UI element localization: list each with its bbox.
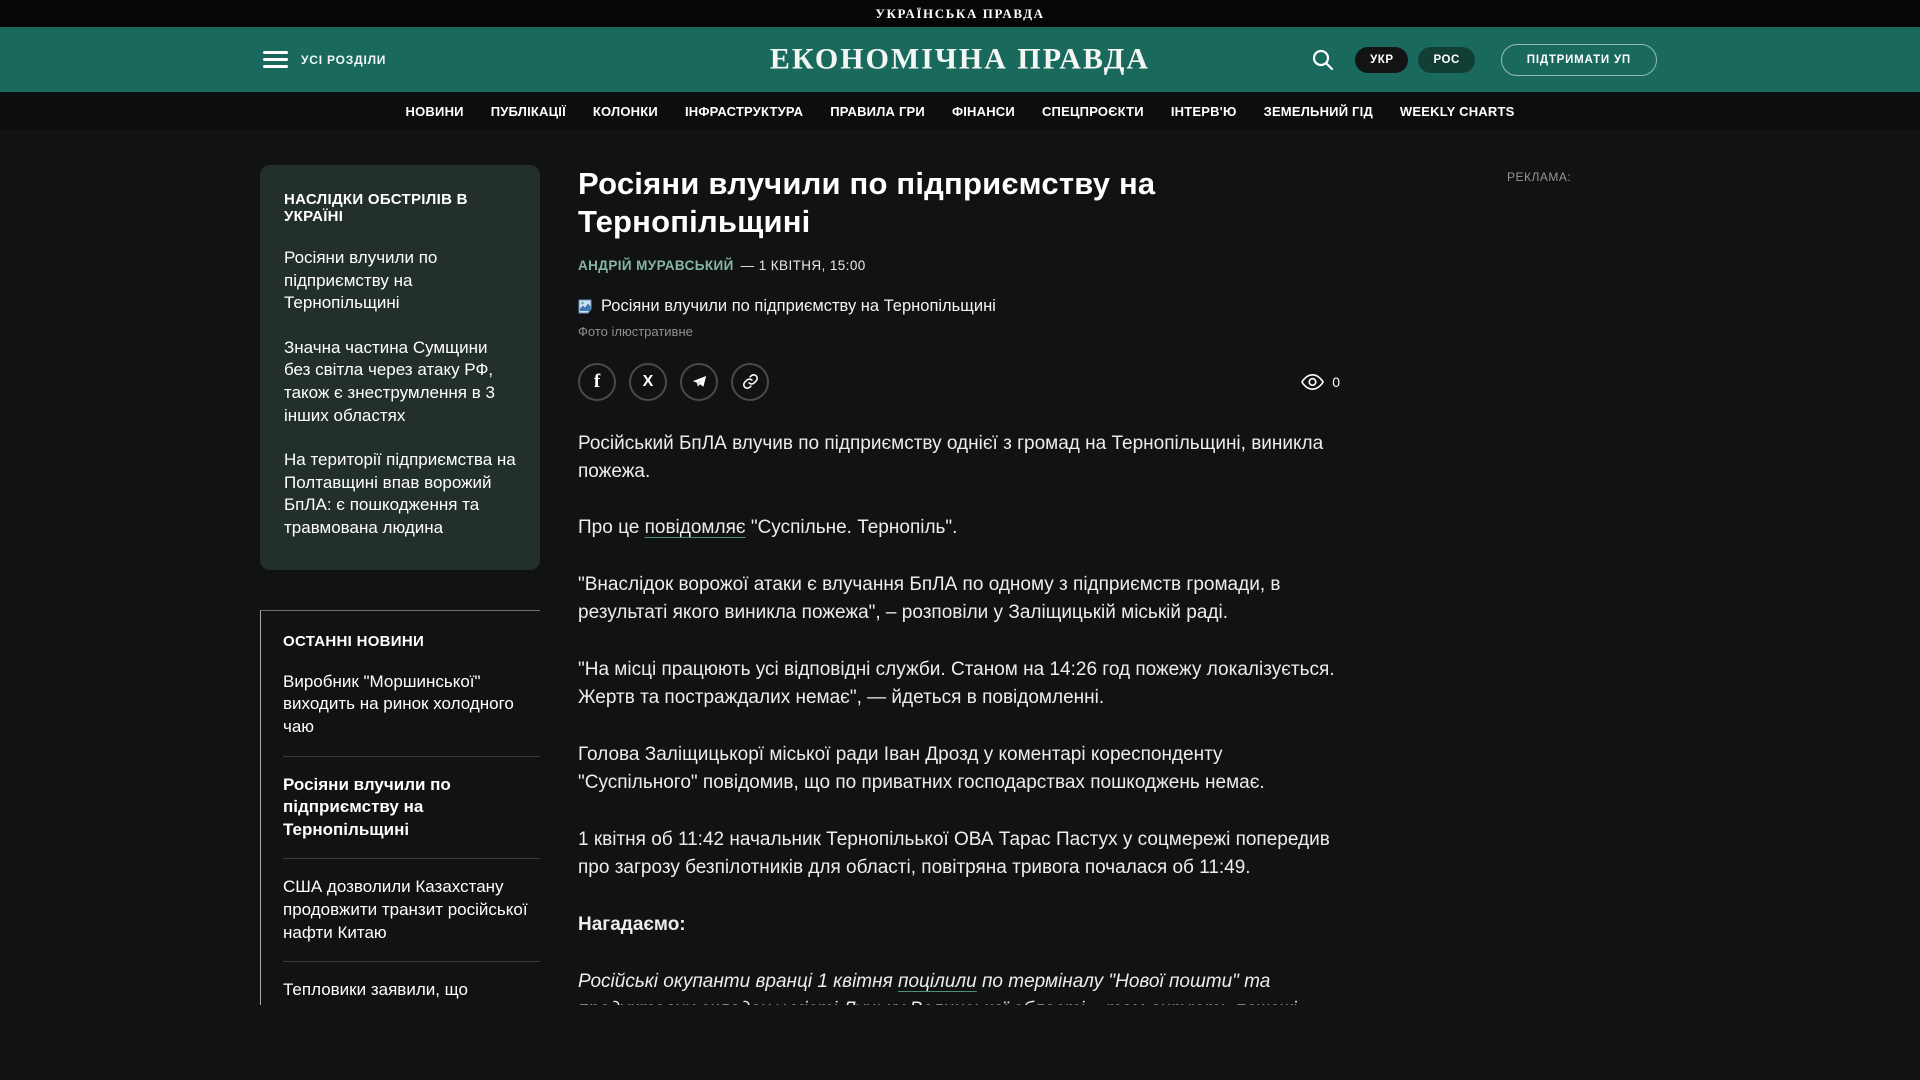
nav-item-weekly-charts[interactable]: WEEKLY CHARTS: [1400, 104, 1515, 119]
publish-date: — 1 КВІТНЯ, 15:00: [740, 257, 866, 273]
topic-block-title: НАСЛІДКИ ОБСТРІЛІВ В УКРАЇНІ: [284, 191, 468, 225]
paragraph: "Внаслідок ворожої атаки є влучання БпЛА…: [578, 574, 1281, 624]
nav-item-interviu[interactable]: ІНТЕРВ'Ю: [1171, 104, 1237, 119]
nav-item-spetsproekty[interactable]: СПЕЦПРОЄКТИ: [1042, 104, 1144, 119]
image-caption: Фото ілюстративне: [578, 323, 693, 339]
latest-news-item[interactable]: Тепловики заявили, що вимушені зупинити …: [283, 962, 540, 1005]
topic-item[interactable]: На території підприємства на Полтавщині …: [284, 449, 516, 539]
eye-icon: [1301, 373, 1325, 390]
lang-toggle-ros[interactable]: РОС: [1418, 46, 1475, 73]
paragraph: Російський БпЛА влучив по підприємству о…: [578, 432, 1324, 482]
nav-item-infrastruktura[interactable]: ІНФРАСТРУКТУРА: [685, 104, 803, 119]
source-link[interactable]: повідомляє: [645, 517, 746, 538]
paragraph: "На місці працюють усі відповідні служби…: [578, 659, 1335, 709]
author-link[interactable]: АНДРІЙ МУРАВСЬКИЙ: [578, 258, 734, 273]
latest-news-item[interactable]: Виробник "Моршинської" виходить на ринок…: [283, 654, 540, 757]
paragraph-italic: Російські окупанти вранці 1 квітня поціл…: [578, 970, 1302, 1005]
nav-item-novyny[interactable]: НОВИНИ: [406, 104, 464, 119]
related-link[interactable]: поцілили: [898, 971, 977, 992]
ad-column: РЕКЛАМА:: [1507, 165, 1571, 186]
ad-label: РЕКЛАМА:: [1507, 170, 1572, 184]
latest-news-item-current[interactable]: Росіяни влучили по підприємству на Терно…: [283, 757, 540, 860]
article-byline: АНДРІЙ МУРАВСЬКИЙ — 1 КВІТНЯ, 15:00: [578, 258, 1340, 273]
left-sidebar: НАСЛІДКИ ОБСТРІЛІВ В УКРАЇНІ Росіяни влу…: [260, 165, 540, 1005]
topic-item[interactable]: Значна частина Сумщини без світла через …: [284, 337, 516, 427]
nav-item-zemelnyi-hid[interactable]: ЗЕМЕЛЬНИЙ ГІД: [1264, 104, 1373, 119]
all-sections-label: УСІ РОЗДІЛИ: [301, 52, 387, 67]
nav-item-finansy[interactable]: ФІНАНСИ: [952, 104, 1015, 119]
ekonomichna-pravda-logo[interactable]: ЕКОНОМІЧНА ПРАВДА: [770, 42, 1150, 76]
article-body: Російський БпЛА влучив по підприємству о…: [578, 430, 1340, 1005]
topic-block-shelling-consequences: НАСЛІДКИ ОБСТРІЛІВ В УКРАЇНІ Росіяни влу…: [260, 165, 540, 570]
views-count: 0: [1332, 373, 1340, 390]
share-toolbar: f X 0: [578, 362, 1340, 401]
top-brand-bar: УКРАЇНСЬКА ПРАВДА: [0, 0, 1920, 27]
reminder-label: Нагадаємо:: [578, 913, 686, 935]
latest-news-block: ОСТАННІ НОВИНИ Виробник "Моршинської" ви…: [260, 609, 540, 1005]
nav-item-kolonky[interactable]: КОЛОНКИ: [593, 104, 658, 119]
share-x-button[interactable]: X: [629, 362, 667, 401]
main-navigation: НОВИНИ ПУБЛІКАЦІЇ КОЛОНКИ ІНФРАСТРУКТУРА…: [0, 92, 1920, 130]
latest-news-title: ОСТАННІ НОВИНИ: [283, 632, 425, 650]
search-button[interactable]: [1311, 48, 1335, 72]
copy-link-icon: [742, 374, 758, 390]
all-sections-menu[interactable]: УСІ РОЗДІЛИ: [263, 50, 387, 69]
paragraph: Голова Заліщицькорї міської ради Іван Др…: [578, 744, 1265, 793]
page-content: НАСЛІДКИ ОБСТРІЛІВ В УКРАЇНІ Росіяни влу…: [0, 130, 1920, 1005]
article-title: Росіяни влучили по підприємству на Терно…: [578, 166, 1156, 239]
site-header: УСІ РОЗДІЛИ ЕКОНОМІЧНА ПРАВДА УКР РОС ПІ…: [0, 27, 1920, 92]
paragraph: Про це повідомляє "Суспільне. Тернопіль"…: [578, 517, 958, 539]
nav-item-publikatsii[interactable]: ПУБЛІКАЦІЇ: [491, 104, 566, 119]
search-icon: [1313, 49, 1334, 70]
copy-link-button[interactable]: [731, 362, 769, 401]
paragraph: 1 квітня об 11:42 начальник Тернопільько…: [578, 828, 1330, 878]
article-image-broken: Росіяни влучили по підприємству на Терно…: [578, 297, 1340, 316]
views-counter: 0: [1301, 373, 1340, 391]
share-telegram-button[interactable]: [680, 362, 718, 401]
article-main: Росіяни влучили по підприємству на Терно…: [578, 165, 1340, 1005]
broken-image-icon: [578, 299, 592, 314]
latest-news-item[interactable]: США дозволили Казахстану продовжити тран…: [283, 859, 540, 963]
x-twitter-icon: X: [642, 372, 654, 390]
latest-news-list: Виробник "Моршинської" виходить на ринок…: [283, 654, 540, 1005]
telegram-icon: [692, 375, 706, 387]
lang-toggle-ukr[interactable]: УКР: [1355, 46, 1409, 73]
topic-item[interactable]: Росіяни влучили по підприємству на Терно…: [284, 247, 516, 315]
header-actions: УКР РОС ПІДТРИМАТИ УП: [1311, 43, 1657, 76]
ukrainska-pravda-logo[interactable]: УКРАЇНСЬКА ПРАВДА: [875, 6, 1044, 22]
facebook-icon: f: [593, 370, 601, 392]
share-facebook-button[interactable]: f: [578, 362, 616, 401]
nav-item-pravyla-hry[interactable]: ПРАВИЛА ГРИ: [830, 104, 925, 119]
support-up-button[interactable]: ПІДТРИМАТИ УП: [1500, 43, 1657, 76]
image-alt-text: Росіяни влучили по підприємству на Терно…: [601, 296, 996, 315]
hamburger-icon: [263, 50, 288, 69]
